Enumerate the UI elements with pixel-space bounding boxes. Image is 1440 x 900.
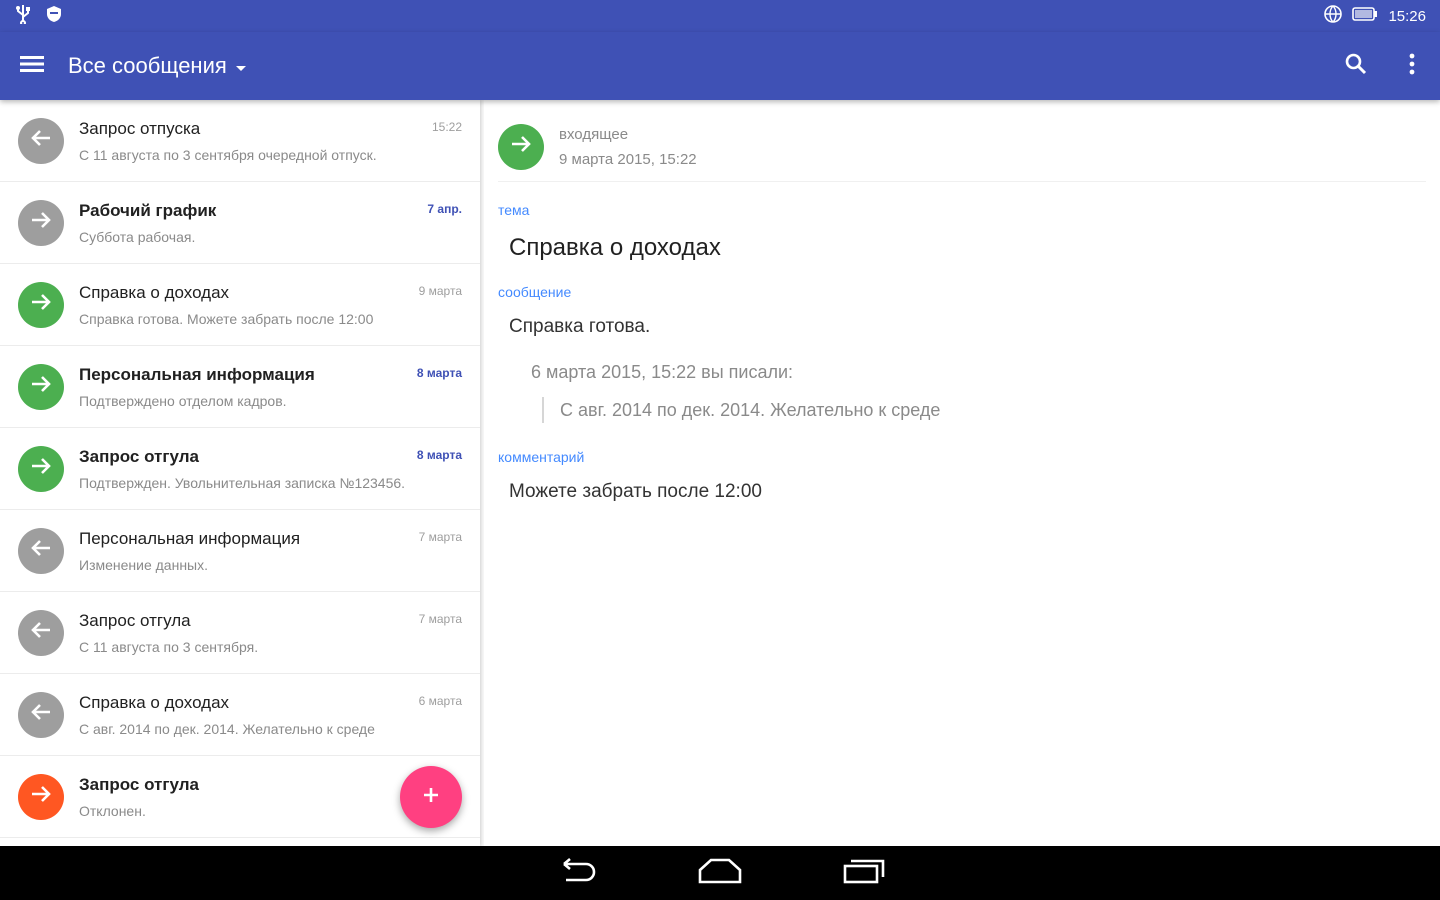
more-button[interactable] — [1384, 32, 1440, 100]
outgoing-avatar — [18, 117, 64, 164]
back-icon — [554, 856, 598, 891]
detail-date: 9 марта 2015, 15:22 — [559, 150, 697, 168]
message-date: 8 марта — [416, 448, 462, 462]
app-bar: Все сообщения — [0, 32, 1440, 100]
message-snippet: С авг. 2014 по дек. 2014. Желательно к с… — [79, 720, 375, 737]
search-button[interactable] — [1328, 32, 1384, 100]
message-title: Справка о доходах — [79, 282, 230, 302]
back-button[interactable] — [544, 846, 608, 900]
menu-icon — [20, 55, 44, 78]
status-time: 15:26 — [1388, 7, 1426, 25]
message-date: 15:22 — [431, 120, 462, 134]
arrow-right-icon — [30, 456, 52, 481]
more-vert-icon — [1409, 53, 1415, 80]
message-date: 7 марта — [418, 612, 462, 626]
usb-icon — [14, 4, 32, 29]
message-snippet: Изменение данных. — [79, 556, 209, 573]
menu-button[interactable] — [0, 32, 64, 100]
arrow-right-icon — [30, 210, 52, 235]
message-snippet: С 11 августа по 3 сентября очередной отп… — [79, 146, 377, 163]
home-icon — [697, 857, 743, 890]
add-icon — [422, 786, 440, 809]
compose-fab[interactable] — [400, 766, 462, 828]
incoming-avatar — [18, 281, 64, 328]
arrow-left-icon — [30, 538, 52, 563]
message-date: 9 марта — [418, 284, 462, 298]
detail-header: входящее 9 марта 2015, 15:22 — [498, 118, 1426, 182]
message-list-item[interactable]: Персональная информация Подтверждено отд… — [0, 346, 480, 428]
quoted-text: С авг. 2014 по дек. 2014. Желательно к с… — [542, 397, 1440, 423]
arrow-left-icon — [30, 702, 52, 727]
battery-icon — [1352, 7, 1378, 25]
message-list-item[interactable]: Запрос отпуска С 11 августа по 3 сентябр… — [0, 100, 480, 182]
message-snippet: Подтверждено отделом кадров. — [79, 392, 287, 409]
message-list-item[interactable]: Персональная информация Изменение данных… — [0, 510, 480, 592]
recents-button[interactable] — [832, 846, 896, 900]
outgoing-avatar — [18, 527, 64, 574]
message-title: Рабочий график — [79, 200, 217, 220]
detail-folder: входящее — [559, 125, 629, 143]
message-date: 6 марта — [418, 694, 462, 708]
dropdown-arrow-icon — [235, 53, 247, 79]
arrow-right-icon — [30, 784, 52, 809]
message-title: Справка о доходах — [79, 692, 230, 712]
folder-selector[interactable]: Все сообщения — [68, 53, 247, 79]
shield-icon — [46, 5, 62, 28]
message-snippet: Справка готова. Можете забрать после 12:… — [79, 310, 374, 327]
arrow-left-icon — [30, 620, 52, 645]
message-list-item[interactable]: Запрос отгула С 11 августа по 3 сентября… — [0, 592, 480, 674]
message-list-item[interactable]: Запрос отгула Подтвержден. Увольнительна… — [0, 428, 480, 510]
message-list-item[interactable]: Рабочий график Суббота рабочая. 7 апр. — [0, 182, 480, 264]
outgoing-avatar — [18, 609, 64, 656]
recents-icon — [842, 857, 886, 890]
incoming-avatar — [498, 123, 544, 170]
search-icon — [1345, 53, 1367, 80]
message-list: Запрос отпуска С 11 августа по 3 сентябр… — [0, 100, 480, 846]
message-list-item[interactable]: Справка о доходах Справка готова. Можете… — [0, 264, 480, 346]
detail-subject: Справка о доходах — [509, 234, 721, 261]
message-title: Персональная информация — [79, 528, 301, 548]
message-label: сообщение — [498, 284, 572, 300]
detail-message: Справка готова. — [509, 316, 651, 337]
detail-comment: Можете забрать после 12:00 — [509, 481, 762, 502]
message-list-item[interactable]: Справка о доходах С авг. 2014 по дек. 20… — [0, 674, 480, 756]
arrow-left-icon — [30, 128, 52, 153]
message-snippet: С 11 августа по 3 сентября. — [79, 638, 259, 655]
incoming-avatar — [18, 363, 64, 410]
message-title: Персональная информация — [79, 364, 315, 384]
subject-label: тема — [498, 202, 530, 218]
rejected-avatar — [18, 773, 64, 820]
incoming-avatar — [18, 199, 64, 246]
globe-icon — [1324, 5, 1343, 27]
message-date: 7 апр. — [427, 202, 462, 216]
message-date: 8 марта — [416, 366, 462, 380]
arrow-right-icon — [30, 374, 52, 399]
message-detail: входящее 9 марта 2015, 15:22 тема Справк… — [484, 100, 1440, 846]
status-bar: 15:26 — [0, 0, 1440, 32]
message-snippet: Подтвержден. Увольнительная записка №123… — [79, 474, 406, 491]
incoming-avatar — [18, 445, 64, 492]
outgoing-avatar — [18, 691, 64, 738]
app-title: Все сообщения — [68, 53, 227, 78]
quote-header: 6 марта 2015, 15:22 вы писали: — [531, 362, 794, 382]
comment-label: комментарий — [498, 449, 585, 465]
message-title: Запрос отгула — [79, 610, 191, 630]
arrow-right-icon — [30, 292, 52, 317]
message-title: Запрос отгула — [79, 446, 199, 466]
message-date: 7 марта — [418, 530, 462, 544]
message-title: Запрос отпуска — [79, 118, 201, 138]
navigation-bar — [0, 846, 1440, 900]
message-snippet: Суббота рабочая. — [79, 228, 196, 245]
home-button[interactable] — [688, 846, 752, 900]
arrow-right-icon — [510, 134, 532, 159]
